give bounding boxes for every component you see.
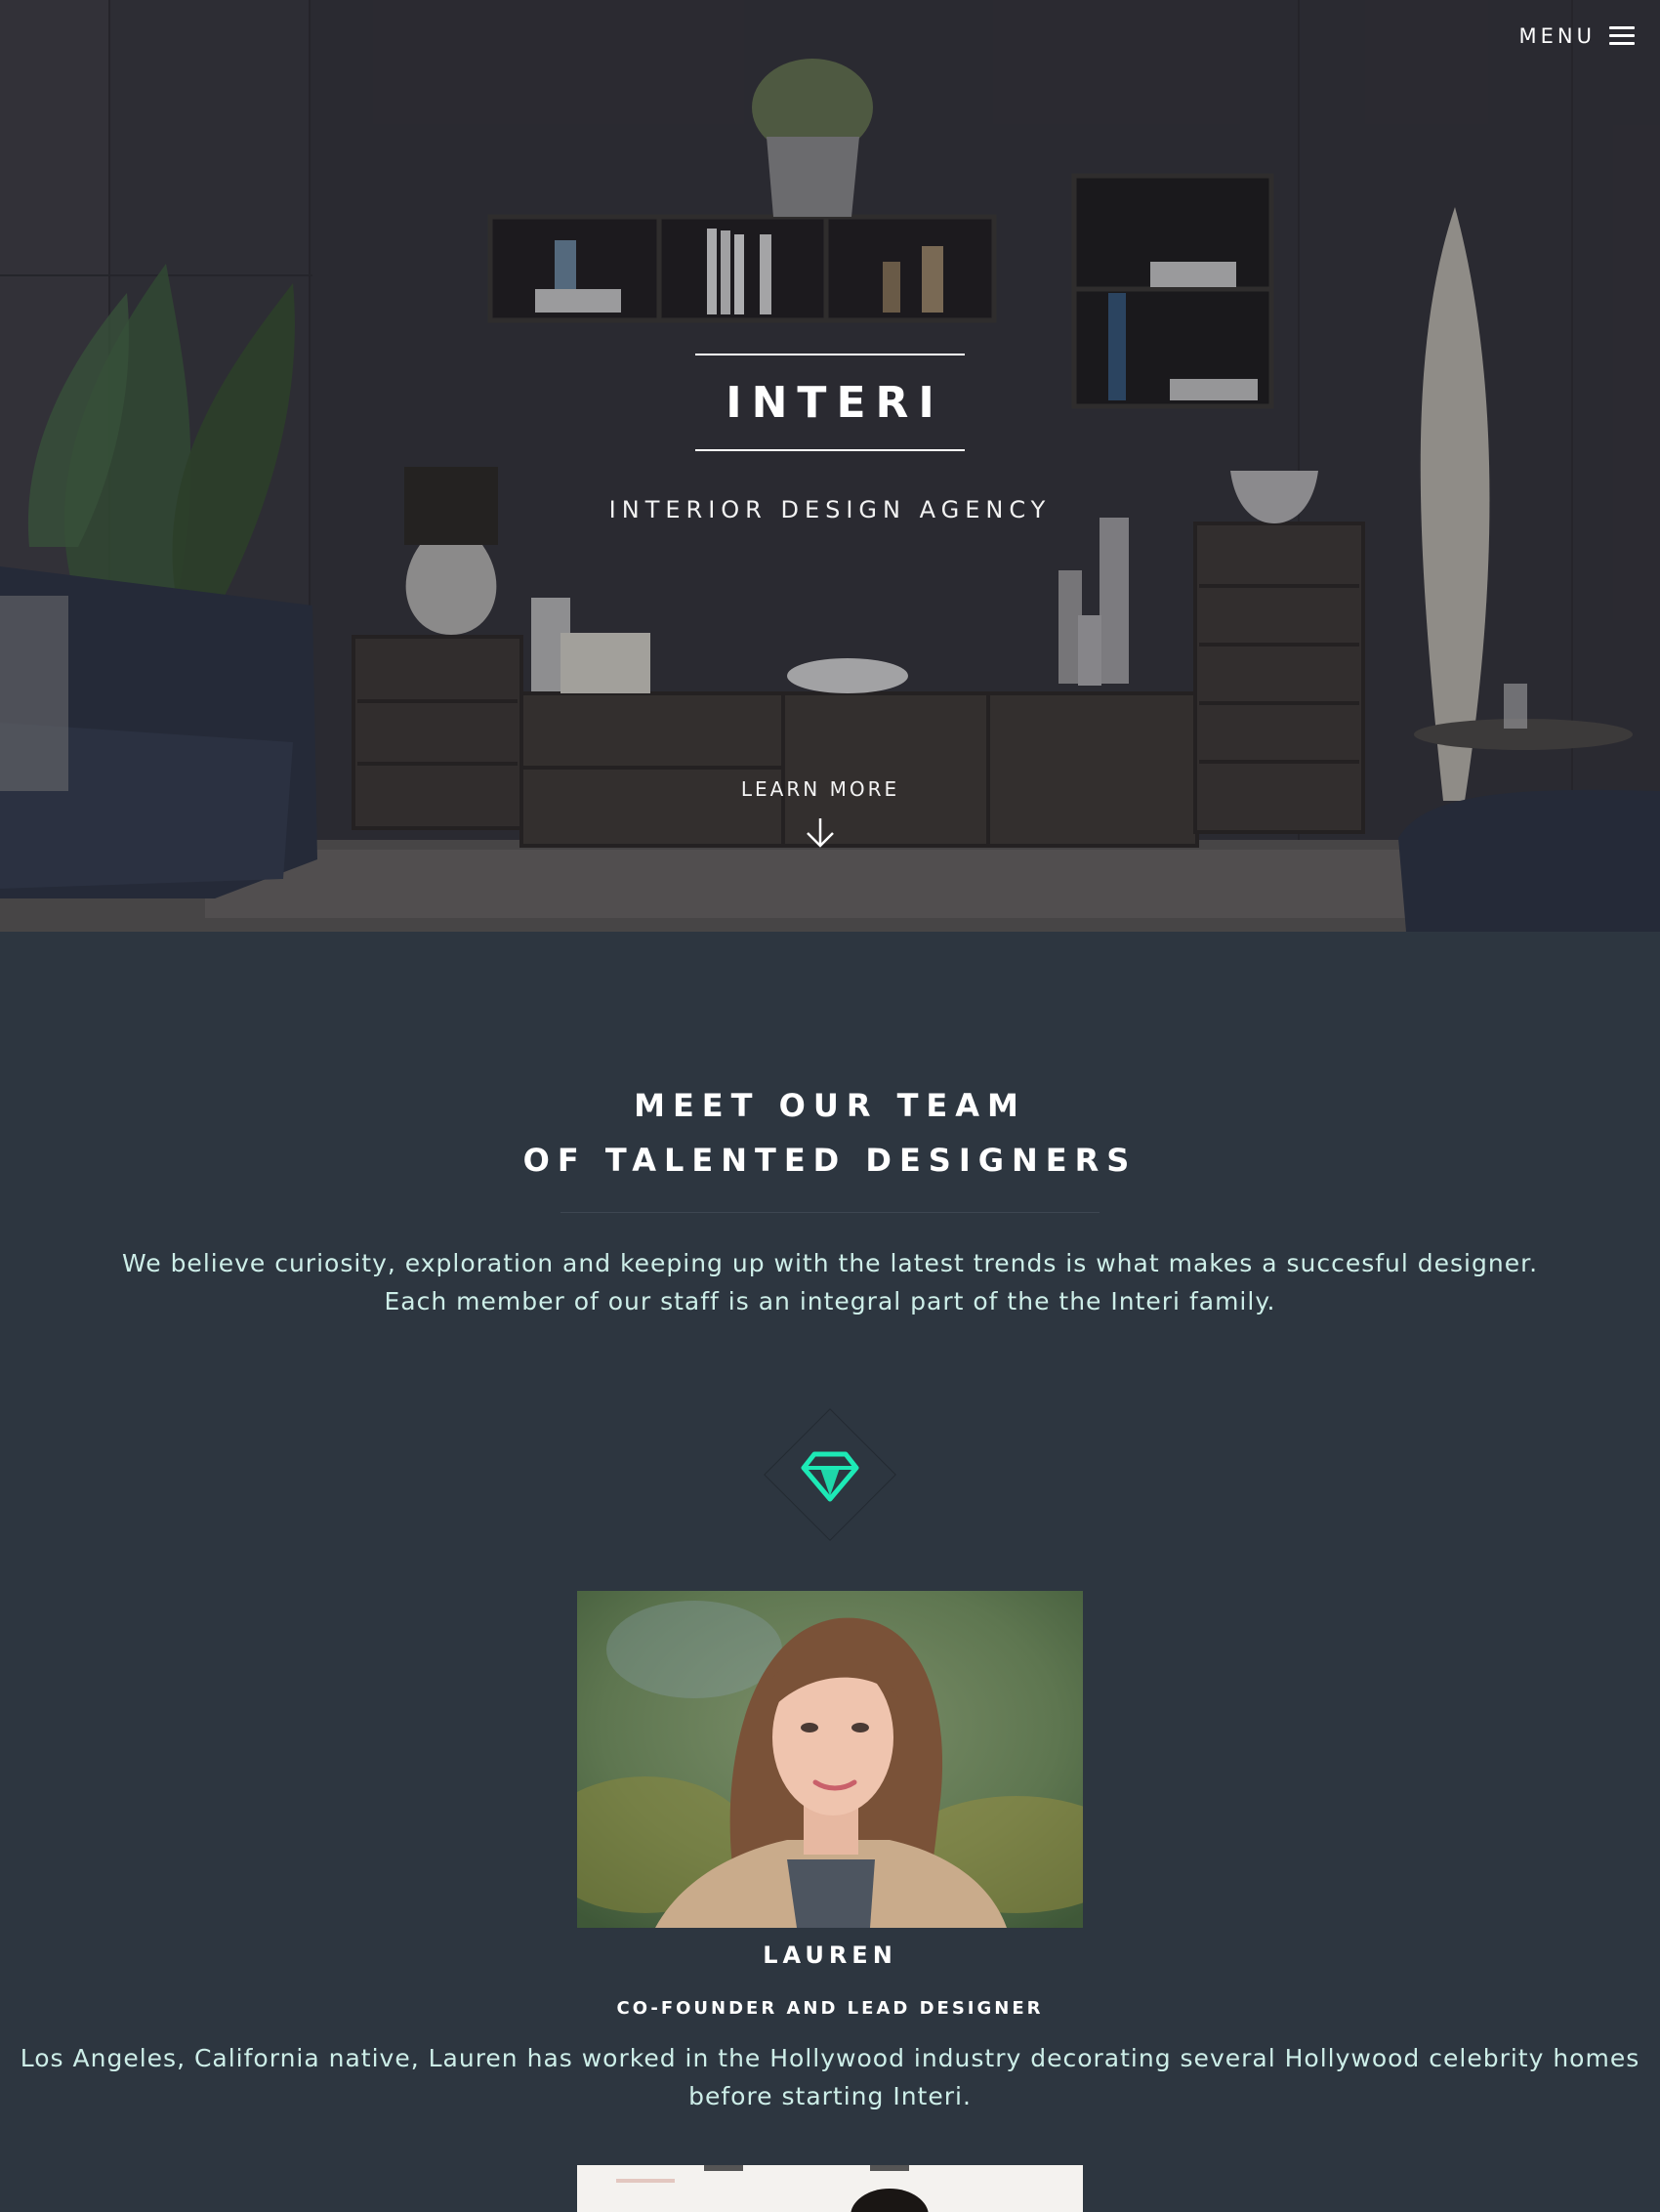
- member-photo: [577, 1591, 1083, 1928]
- member-role: CO-FOUNDER AND LEAD DESIGNER: [616, 1998, 1044, 2019]
- member-bio: Los Angeles, California native, Lauren h…: [20, 2044, 1640, 2110]
- portrait-lauren-image: [577, 1591, 1083, 1928]
- gem-divider: [764, 1408, 896, 1541]
- menu-button[interactable]: MENU: [1519, 20, 1635, 53]
- team-heading-line1: MEET OUR TEAM: [634, 1087, 1026, 1124]
- brand-subtitle: INTERIOR DESIGN AGENCY: [608, 496, 1052, 523]
- brand-title: INTERI: [726, 377, 944, 428]
- section-divider: [560, 1212, 1100, 1213]
- member-name: LAUREN: [763, 1941, 897, 1969]
- gem-icon: [801, 1451, 859, 1502]
- brand-box: INTERI: [695, 354, 965, 451]
- hero-section: MENU INTERI INTERIOR DESIGN AGENCY LEARN…: [0, 0, 1660, 932]
- menu-label: MENU: [1518, 24, 1596, 48]
- next-member-photo: [577, 2165, 1083, 2212]
- learn-more-label: LEARN MORE: [740, 777, 900, 801]
- team-intro-text: We believe curiosity, exploration and ke…: [121, 1249, 1539, 1315]
- learn-more-link[interactable]: LEARN MORE: [723, 777, 918, 865]
- arrow-down-icon: [807, 818, 834, 848]
- team-section: MEET OUR TEAM OF TALENTED DESIGNERS We b…: [0, 932, 1660, 2212]
- hamburger-icon: [1609, 25, 1635, 47]
- team-heading-line2: OF TALENTED DESIGNERS: [522, 1142, 1138, 1179]
- team-heading: MEET OUR TEAM OF TALENTED DESIGNERS: [0, 1078, 1660, 1188]
